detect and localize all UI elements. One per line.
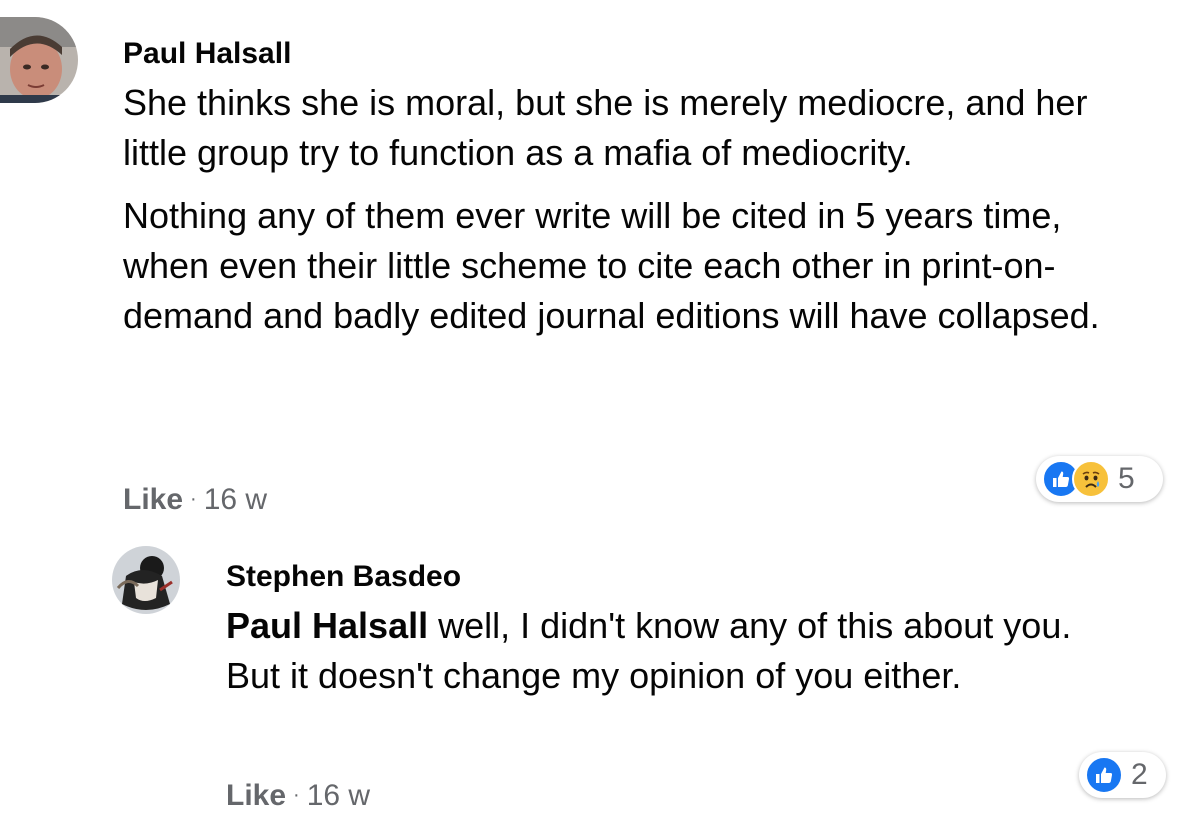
comment-paragraph: She thinks she is moral, but she is mere… [123,82,1088,173]
comment-timestamp[interactable]: 16 w [307,779,370,812]
comment-author[interactable]: Paul Halsall [123,36,291,72]
avatar[interactable] [0,17,78,103]
reactions-summary[interactable]: 5 [1036,456,1163,502]
like-button[interactable]: Like [226,779,286,812]
profile-photo [112,546,180,614]
profile-photo [0,17,78,103]
separator-dot: · [190,488,197,510]
avatar[interactable] [112,546,180,614]
comment-paragraph: Nothing any of them ever write will be c… [123,195,1100,336]
mention-link[interactable]: Paul Halsall [226,605,428,646]
like-icon [1085,756,1123,794]
sad-icon [1072,460,1110,498]
comment-timestamp[interactable]: 16 w [204,483,267,516]
reaction-count: 5 [1118,462,1135,495]
comment-actions: Like · 16 w [226,778,370,817]
separator-dot: · [293,784,300,806]
comment-actions: Like · 16 w [123,482,267,521]
like-button[interactable]: Like [123,483,183,516]
comment-text: She thinks she is moral, but she is mere… [123,78,1123,341]
comment-paragraph: Paul Halsall well, I didn't know any of … [226,601,1126,701]
comment-text: Paul Halsall well, I didn't know any of … [226,601,1126,701]
reaction-count: 2 [1131,758,1148,791]
reactions-summary[interactable]: 2 [1079,752,1166,798]
comment-author[interactable]: Stephen Basdeo [226,559,461,595]
